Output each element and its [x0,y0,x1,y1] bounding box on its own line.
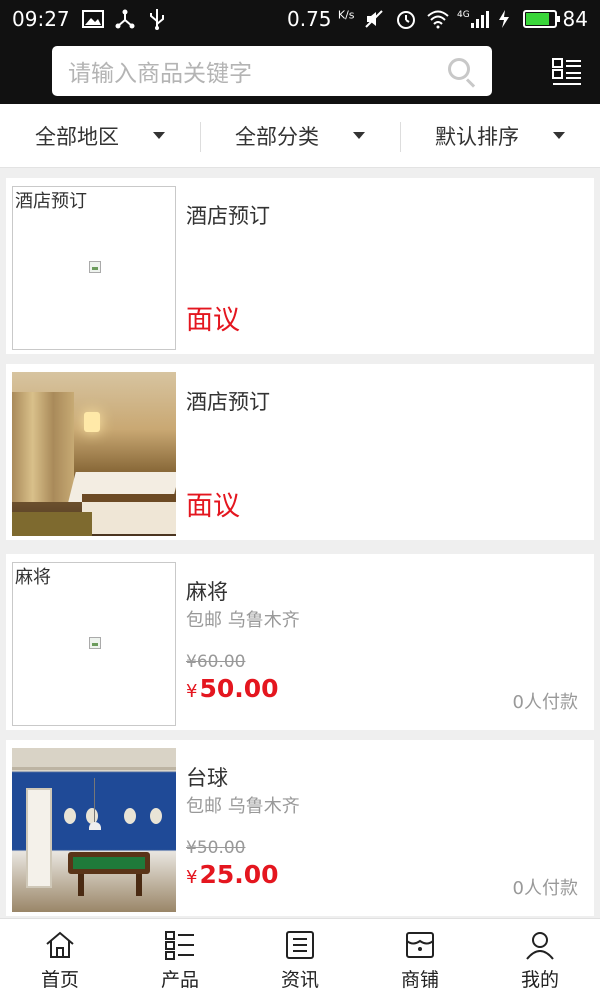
currency-symbol: ¥ [186,681,198,702]
network-type: 4G [457,10,470,20]
product-price: ¥25.00 [186,860,279,889]
status-bar: 09:27 0.75 K/s 4G 84 [0,0,600,38]
product-shipping: 包邮 乌鲁木齐 [186,610,300,631]
nav-products-label: 产品 [160,969,199,991]
user-icon [524,929,556,961]
caret-down-icon [553,132,565,139]
nav-shop-label: 商铺 [400,969,439,991]
home-icon [44,929,76,961]
product-price: ¥50.00 [186,674,279,703]
image-alt-text: 酒店预订 [15,191,87,212]
product-paid-count: 0人付款 [512,878,578,899]
image-notification-icon [80,7,106,31]
product-card[interactable]: 酒店预订 酒店预订 面议 [6,178,594,354]
search-header: 请输入商品关键字 [0,38,600,104]
nav-products[interactable]: 产品 [120,919,240,1000]
status-time: 09:27 [12,7,70,31]
product-name[interactable]: 台球 [186,762,228,792]
product-image[interactable]: 酒店预订 [12,186,176,350]
product-name[interactable]: 麻将 [186,576,228,606]
news-icon [284,929,316,961]
caret-down-icon [353,132,365,139]
battery-icon [522,10,560,28]
product-paid-count: 0人付款 [512,692,578,713]
filter-category-label: 全部分类 [235,124,319,149]
signal-icon: 4G [457,7,491,31]
filter-region[interactable]: 全部地区 [0,104,200,168]
image-alt-text: 麻将 [15,567,51,588]
bottom-nav: 首页 产品 资讯 商铺 我的 [0,918,600,1000]
product-image-hotel-room[interactable] [12,372,176,536]
filter-sort-label: 默认排序 [435,124,519,149]
nav-mine[interactable]: 我的 [480,919,600,1000]
product-card[interactable]: 台球 包邮 乌鲁木齐 ¥50.00 ¥25.00 0人付款 [6,740,594,916]
caret-down-icon [153,132,165,139]
price-value: 50.00 [199,674,279,703]
product-old-price: ¥50.00 [186,838,246,858]
product-image[interactable]: 麻将 [12,562,176,726]
mute-icon [361,7,387,31]
shop-icon [404,929,436,961]
list-icon [164,929,196,961]
product-old-price: ¥60.00 [186,652,246,672]
speed-value: 0.75 [287,7,332,31]
product-image-billiards-room[interactable] [12,748,176,912]
share-notification-icon [112,7,138,31]
list-view-icon[interactable] [552,58,582,86]
alarm-icon [393,7,419,31]
product-card[interactable]: 麻将 麻将 包邮 乌鲁木齐 ¥60.00 ¥50.00 0人付款 [6,554,594,730]
broken-image-icon [89,637,101,649]
filter-sort[interactable]: 默认排序 [400,104,600,168]
charging-icon [497,7,511,31]
battery-percent: 84 [562,7,588,31]
broken-image-icon [89,261,101,273]
product-price-negotiable: 面议 [186,305,240,336]
product-name[interactable]: 酒店预订 [186,386,270,416]
product-shipping: 包邮 乌鲁木齐 [186,796,300,817]
filter-category[interactable]: 全部分类 [200,104,400,168]
product-card[interactable]: 酒店预订 面议 [6,364,594,540]
nav-home-label: 首页 [40,969,79,991]
search-placeholder: 请输入商品关键字 [68,61,252,87]
speed-unit: K/s [337,8,355,22]
search-icon[interactable] [446,56,476,88]
currency-symbol: ¥ [186,867,198,888]
network-speed: 0.75 K/s [287,7,355,31]
nav-news[interactable]: 资讯 [240,919,360,1000]
battery-fill [525,13,550,25]
product-name[interactable]: 酒店预订 [186,200,270,230]
search-input[interactable]: 请输入商品关键字 [52,46,492,96]
filter-region-label: 全部地区 [35,124,119,149]
wifi-icon [425,7,451,31]
filter-bar: 全部地区 全部分类 默认排序 [0,104,600,168]
product-price-negotiable: 面议 [186,491,240,522]
price-value: 25.00 [199,860,279,889]
nav-shop[interactable]: 商铺 [360,919,480,1000]
usb-icon [144,7,170,31]
nav-news-label: 资讯 [280,969,319,991]
nav-mine-label: 我的 [520,969,559,991]
nav-home[interactable]: 首页 [0,919,120,1000]
